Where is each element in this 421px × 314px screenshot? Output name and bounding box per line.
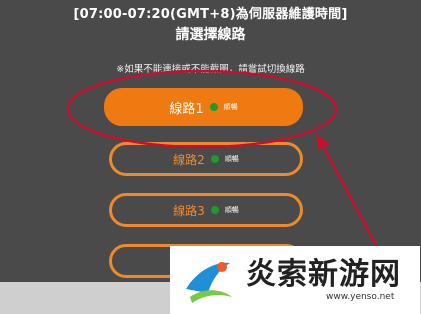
status-dot-icon (210, 206, 219, 214)
route-status: 順暢 (224, 155, 239, 163)
flame-logo-icon (186, 262, 232, 303)
route-label: 線路3 (173, 203, 205, 218)
route-label: 線路1 (169, 101, 204, 117)
header: [07:00-07:20(GMT+8)為伺服器維護時間] 請選擇線路 (0, 6, 421, 44)
route-3-button[interactable]: 線路3 順暢 (109, 193, 303, 227)
annotation-arrow-line (318, 139, 386, 261)
watermark: 炎索新游网 www.yenso.net (170, 246, 420, 314)
maintenance-notice: [07:00-07:20(GMT+8)為伺服器維護時間] (73, 7, 348, 22)
arrowhead-icon (316, 134, 330, 150)
route-2-button[interactable]: 線路2 順暢 (109, 142, 303, 176)
route-status: 順暢 (224, 206, 239, 214)
status-dot-icon (209, 103, 218, 111)
switch-route-notice: ※如果不能連接或不能截圖，請嘗試切換線路 (116, 64, 305, 75)
route-1-button[interactable]: 線路1 順暢 (104, 88, 303, 126)
watermark-brand: 炎索新游网 (246, 257, 401, 292)
watermark-url: www.yenso.net (326, 292, 395, 302)
status-dot-icon (210, 155, 219, 163)
route-label: 線路2 (173, 152, 205, 167)
page-title: 請選擇線路 (175, 27, 246, 43)
route-status: 順暢 (223, 103, 238, 111)
